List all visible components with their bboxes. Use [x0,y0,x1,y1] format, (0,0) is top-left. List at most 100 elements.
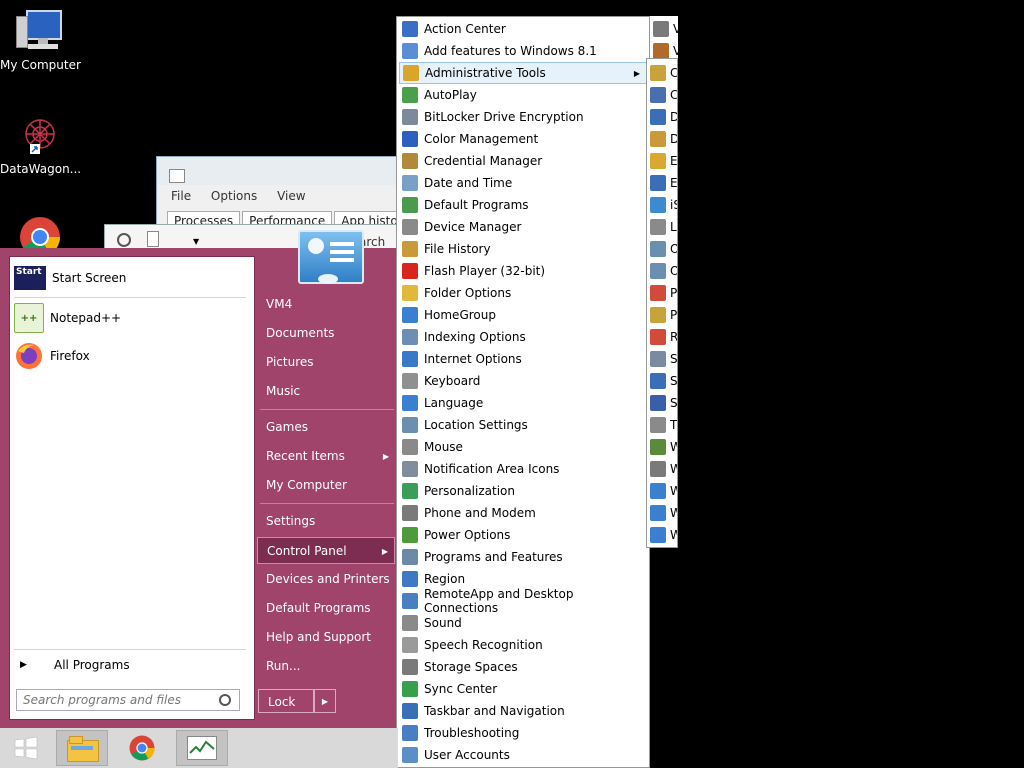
admin-tool-label: Sy [670,396,678,410]
admin-tool-item[interactable]: W [650,458,677,480]
cp-item-programs-and-features[interactable]: Programs and Features [399,546,647,568]
admin-tool-item[interactable]: L [650,216,677,238]
admin-tool-item[interactable]: E [650,150,677,172]
cp-item-date-and-time[interactable]: Date and Time [399,172,647,194]
start-item-vm4[interactable]: VM4 [257,291,395,318]
desktop-icon-chrome[interactable] [0,214,80,248]
pinned-notepadpp[interactable]: ++ Notepad++ [14,301,250,335]
cp-item-icon [402,593,418,609]
cp-item-file-history[interactable]: File History [399,238,647,260]
cp-item-homegroup[interactable]: HomeGroup [399,304,647,326]
start-item-default-programs[interactable]: Default Programs [257,595,395,622]
item-label: VM4 [266,297,293,311]
admin-tool-icon [650,307,666,323]
control-panel-menu: Action Center Add features to Windows 8.1… [396,16,650,768]
cp-item-taskbar-and-navigation[interactable]: Taskbar and Navigation [399,700,647,722]
admin-tool-item[interactable]: R [650,326,677,348]
admin-tool-item[interactable]: S [650,348,677,370]
cp-item-icon [402,615,418,631]
cp-item-indexing-options[interactable]: Indexing Options [399,326,647,348]
cp-item-personalization[interactable]: Personalization [399,480,647,502]
admin-tool-item[interactable]: Sy [650,370,677,392]
admin-tool-item[interactable]: W [650,502,677,524]
cp-item-bitlocker-drive-encryption[interactable]: BitLocker Drive Encryption [399,106,647,128]
control-panel-item-partial[interactable]: V [653,18,693,40]
cp-item-default-programs[interactable]: Default Programs [399,194,647,216]
start-item-documents[interactable]: Documents [257,320,395,347]
admin-tool-label: L [670,220,677,234]
cp-item-keyboard[interactable]: Keyboard [399,370,647,392]
all-programs-label: All Programs [54,658,130,672]
cp-item-add-features-to-windows-8-1[interactable]: Add features to Windows 8.1 [399,40,647,62]
cp-item-label: Color Management [424,132,539,146]
cp-item-device-manager[interactable]: Device Manager [399,216,647,238]
admin-tool-item[interactable]: E [650,172,677,194]
cp-item-language[interactable]: Language [399,392,647,414]
cp-item-mouse[interactable]: Mouse [399,436,647,458]
admin-tool-item[interactable]: Sy [650,392,678,414]
chrome-button[interactable] [116,730,168,766]
admin-tool-item[interactable]: O [650,238,677,260]
cp-item-power-options[interactable]: Power Options [399,524,647,546]
cp-item-credential-manager[interactable]: Credential Manager [399,150,647,172]
user-picture [298,230,364,284]
admin-tool-icon [650,505,666,521]
cp-item-color-management[interactable]: Color Management [399,128,647,150]
menu-options[interactable]: Options [211,189,257,203]
pinned-start-screen[interactable]: Start Start Screen [14,261,250,295]
menu-view[interactable]: View [277,189,305,203]
admin-tool-item[interactable]: W [650,524,677,546]
start-item-run[interactable]: Run... [257,653,395,680]
cp-item-troubleshooting[interactable]: Troubleshooting [399,722,647,744]
cp-item-speech-recognition[interactable]: Speech Recognition [399,634,647,656]
pinned-firefox[interactable]: Firefox [14,339,250,373]
admin-tool-item[interactable]: D [650,128,677,150]
cp-item-folder-options[interactable]: Folder Options [399,282,647,304]
search-box[interactable]: Search programs and files [16,689,240,711]
cp-item-action-center[interactable]: Action Center [399,18,647,40]
cp-item-sound[interactable]: Sound [399,612,647,634]
start-item-my-computer[interactable]: My Computer [257,472,395,499]
admin-tool-item[interactable]: P [650,282,677,304]
start-item-help-and-support[interactable]: Help and Support [257,624,395,651]
start-item-recent-items[interactable]: Recent Items ▶ [257,443,395,470]
admin-tool-item[interactable]: W [650,480,677,502]
cp-item-flash-player-32-bit[interactable]: Flash Player (32-bit) [399,260,647,282]
admin-tool-item[interactable]: C [650,62,677,84]
cp-item-sync-center[interactable]: Sync Center [399,678,647,700]
cp-item-user-accounts[interactable]: User Accounts [399,744,647,766]
admin-tool-item[interactable]: P [650,304,677,326]
task-manager-button[interactable] [176,730,228,766]
lock-options-button[interactable]: ▶ [314,689,336,713]
cp-item-internet-options[interactable]: Internet Options [399,348,647,370]
cp-item-phone-and-modem[interactable]: Phone and Modem [399,502,647,524]
cp-item-autoplay[interactable]: AutoPlay [399,84,647,106]
all-programs[interactable]: ▶ All Programs [14,653,250,677]
menu-file[interactable]: File [171,189,191,203]
desktop-icon-datawagon[interactable]: DataWagon... [0,112,81,176]
start-item-music[interactable]: Music [257,378,395,405]
admin-tool-item[interactable]: T [650,414,677,436]
start-item-pictures[interactable]: Pictures [257,349,395,376]
cp-item-icon [402,549,418,565]
admin-tool-item[interactable]: iS [650,194,677,216]
start-item-games[interactable]: Games [257,414,395,441]
start-item-settings[interactable]: Settings [257,508,395,535]
cp-item-location-settings[interactable]: Location Settings [399,414,647,436]
admin-tool-item[interactable]: W [650,436,677,458]
search-input[interactable]: Search programs and files [23,693,181,707]
cp-item-remoteapp-and-desktop-connections[interactable]: RemoteApp and Desktop Connections [399,587,647,615]
admin-tool-item[interactable]: C [650,84,677,106]
desktop-icon-my-computer[interactable]: My Computer [0,8,81,72]
admin-tool-item[interactable]: O [650,260,677,282]
file-explorer-button[interactable] [56,730,108,766]
start-item-control-panel[interactable]: Control Panel ▶ [257,537,395,564]
cp-item-notification-area-icons[interactable]: Notification Area Icons [399,458,647,480]
cp-item-storage-spaces[interactable]: Storage Spaces [399,656,647,678]
cp-item-administrative-tools[interactable]: Administrative Tools ▶ [399,62,647,84]
start-item-devices-and-printers[interactable]: Devices and Printers [257,566,395,593]
admin-tool-item[interactable]: D [650,106,677,128]
lock-button[interactable]: Lock [258,689,314,713]
start-button[interactable] [0,730,52,766]
cp-item-icon [402,329,418,345]
